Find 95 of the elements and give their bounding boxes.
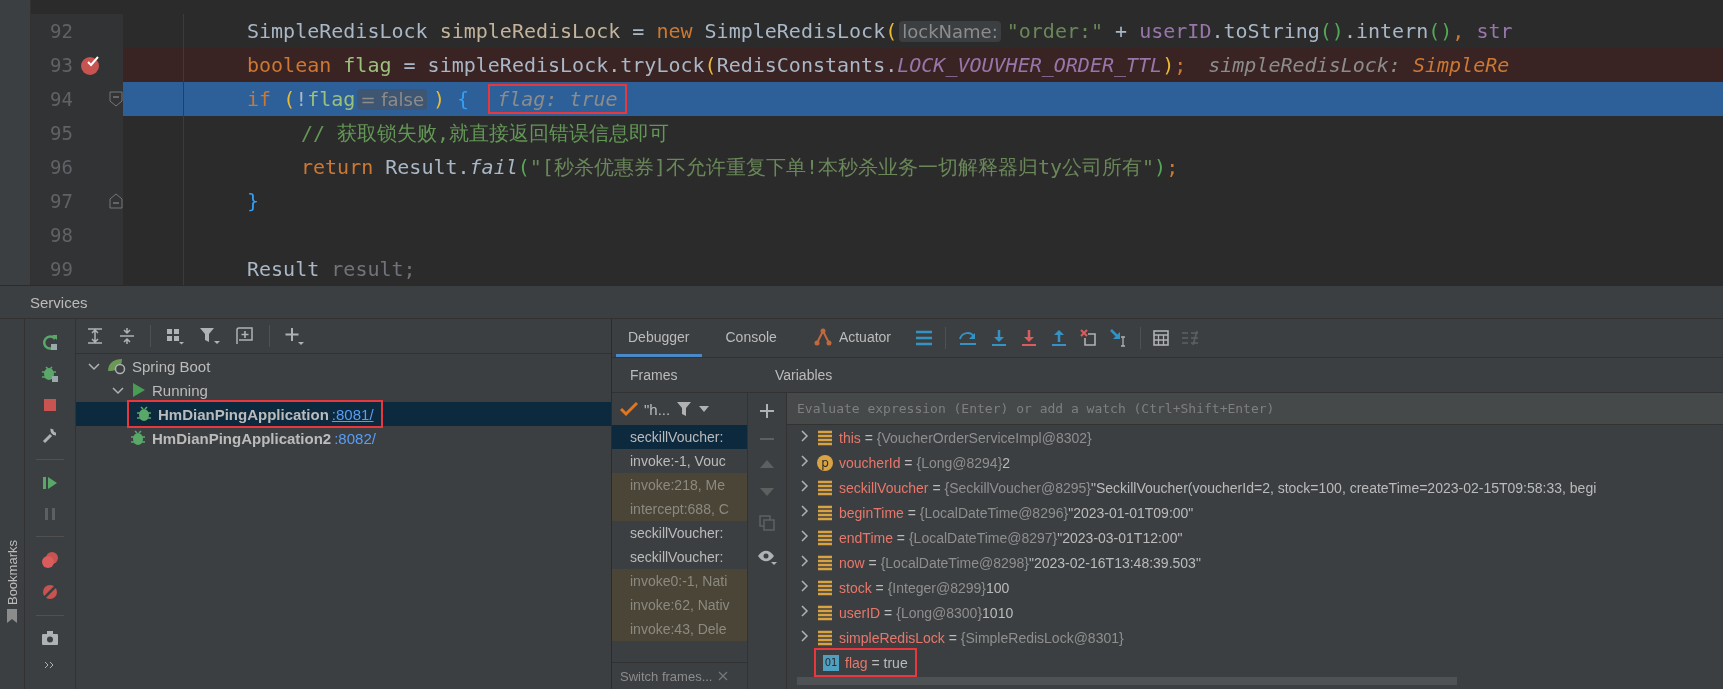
variable-entry[interactable]: now = {LocalDateTime@8298}"2023-02-16T13:48:39.503" <box>839 554 1201 571</box>
frame-item[interactable]: seckillVoucher: <box>612 545 747 569</box>
chevron-icon[interactable] <box>88 360 100 372</box>
drop-frame-icon[interactable] <box>1080 329 1098 347</box>
variable-entry[interactable]: endTime = {LocalDateTime@8297}"2023-03-01T12:00" <box>839 529 1183 546</box>
filter-icon[interactable] <box>676 401 693 417</box>
add-icon[interactable] <box>284 326 306 346</box>
variable-entry[interactable]: stock = {Integer@8299}100 <box>839 579 1010 596</box>
code-line: } <box>246 189 260 213</box>
tab[interactable]: Actuator <box>800 319 903 357</box>
variable-entry[interactable]: seckillVoucher = {SeckillVoucher@8295}"SeckillVoucher(voucherId=2, stock=100, createTime=2023-02-15T09:58:33, begi <box>839 479 1597 496</box>
variable-entry[interactable]: this = {VoucherOrderServiceImpl@8302} <box>839 429 1092 446</box>
object-field-icon <box>817 504 833 521</box>
tab[interactable]: Console <box>713 319 789 357</box>
port-link[interactable]: :8081/ <box>331 405 374 423</box>
object-field-icon <box>817 429 833 446</box>
stop-icon[interactable] <box>42 397 58 413</box>
code-line: if (!flag = false ) { flag: true <box>123 87 624 111</box>
variable-entry[interactable]: beginTime = {LocalDateTime@8296}"2023-01-01T09:00" <box>839 504 1194 521</box>
object-field-icon <box>817 554 833 571</box>
thread-selector[interactable]: "h... <box>644 400 671 418</box>
chevron-icon[interactable] <box>800 629 810 642</box>
group-icon[interactable] <box>165 327 185 345</box>
breakpoints-icon[interactable] <box>41 551 59 569</box>
expand-all-icon[interactable] <box>86 327 104 345</box>
code-line: Result result; <box>246 257 416 281</box>
rerun-icon[interactable] <box>41 333 59 351</box>
variable-entry[interactable]: userID = {Long@8300}1010 <box>839 604 1014 621</box>
frame-item[interactable]: seckillVoucher: <box>612 521 747 545</box>
spring-leaf-icon <box>106 357 126 375</box>
chevron-icon[interactable] <box>800 429 810 442</box>
frame-item[interactable]: invoke:-1, Vouc <box>612 449 747 473</box>
camera-icon[interactable] <box>41 630 59 646</box>
tree-item[interactable]: HmDianPingApplication2 <box>152 429 332 447</box>
actuator-icon <box>812 327 833 346</box>
variables-header: Variables <box>774 367 833 383</box>
more-chevron-icon[interactable] <box>44 660 56 670</box>
caret-icon[interactable] <box>698 405 711 413</box>
bookmark-icon[interactable] <box>6 609 18 623</box>
chevron-icon[interactable] <box>800 454 810 467</box>
bug-icon <box>136 406 152 422</box>
evaluate-field[interactable]: Evaluate expression (Enter) or add a watch (Ctrl+Shift+Enter) <box>787 393 1723 425</box>
eye-icon[interactable] <box>757 549 777 565</box>
tree-item[interactable]: Running <box>152 381 208 399</box>
object-field-icon <box>817 479 833 496</box>
filter-icon[interactable] <box>199 327 221 345</box>
calculator-icon[interactable] <box>1153 330 1169 346</box>
object-field-icon <box>817 629 833 646</box>
tree-item[interactable]: Spring Boot <box>132 357 211 375</box>
check-icon[interactable] <box>620 401 638 417</box>
frame-item[interactable]: seckillVoucher: <box>612 425 747 449</box>
panel-title: Services <box>30 293 88 311</box>
menu-icon[interactable] <box>915 330 933 346</box>
add-service-icon[interactable] <box>235 327 255 345</box>
mute-breakpoints-icon[interactable] <box>41 583 59 601</box>
code-line: // 获取锁失败,就直接返回错误信息即可 <box>300 119 670 147</box>
close-icon[interactable] <box>718 671 729 681</box>
object-field-icon <box>817 529 833 546</box>
step-into-icon[interactable] <box>990 329 1008 347</box>
chevron-icon[interactable] <box>800 554 810 567</box>
wrench-icon[interactable] <box>41 427 59 445</box>
force-step-into-icon[interactable] <box>1020 329 1038 347</box>
chevron-icon[interactable] <box>800 479 810 492</box>
code-line: boolean flag = simpleRedisLock.tryLock(RedisConstants.LOCK_VOUVHER_ORDER_TTL); simpleRedisLock: SimpleRe <box>246 53 1510 77</box>
step-out-icon[interactable] <box>1050 329 1068 347</box>
chevron-icon[interactable] <box>800 604 810 617</box>
primitive-badge: 01 <box>823 654 839 671</box>
add-watch-icon[interactable] <box>759 403 775 419</box>
tab[interactable]: Debugger <box>616 319 702 357</box>
resume-icon[interactable] <box>41 474 59 492</box>
object-field-icon <box>817 604 833 621</box>
collapse-all-icon[interactable] <box>118 327 136 345</box>
breakpoint-check-icon[interactable] <box>80 54 102 76</box>
port-link[interactable]: :8082/ <box>334 429 376 447</box>
variable-entry[interactable]: flag = true <box>845 654 908 671</box>
chevron-icon[interactable] <box>800 504 810 517</box>
tree-item[interactable]: HmDianPingApplication <box>158 405 329 423</box>
debug-bug-icon[interactable] <box>41 365 59 383</box>
scrollbar[interactable] <box>797 677 1457 685</box>
chevron-icon[interactable] <box>112 384 124 396</box>
bookmarks-tab[interactable]: Bookmarks <box>4 539 20 605</box>
frames-header: Frames <box>629 367 679 383</box>
bug-icon <box>130 430 146 446</box>
parameter-badge: p <box>817 454 833 471</box>
chevron-icon[interactable] <box>800 529 810 542</box>
variable-entry[interactable]: voucherId = {Long@8294}2 <box>839 454 1011 471</box>
switch-frames-label[interactable]: Switch frames... <box>620 668 713 684</box>
run-triangle-icon <box>130 382 146 398</box>
code-line: SimpleRedisLock simpleRedisLock = new SimpleRedisLock( lockName: "order:" + userID.toString().intern(), str <box>246 19 1513 43</box>
step-over-icon[interactable] <box>958 329 978 347</box>
run-to-cursor-icon[interactable] <box>1110 329 1128 347</box>
variable-entry[interactable]: simpleRedisLock = {SimpleRedisLock@8301} <box>839 629 1124 646</box>
code-line: return Result.fail("[秒杀优惠券]不允许重复下单!本秒杀业务一切解释器归ty公司所有"); <box>300 153 1179 181</box>
chevron-icon[interactable] <box>800 579 810 592</box>
object-field-icon <box>817 579 833 596</box>
